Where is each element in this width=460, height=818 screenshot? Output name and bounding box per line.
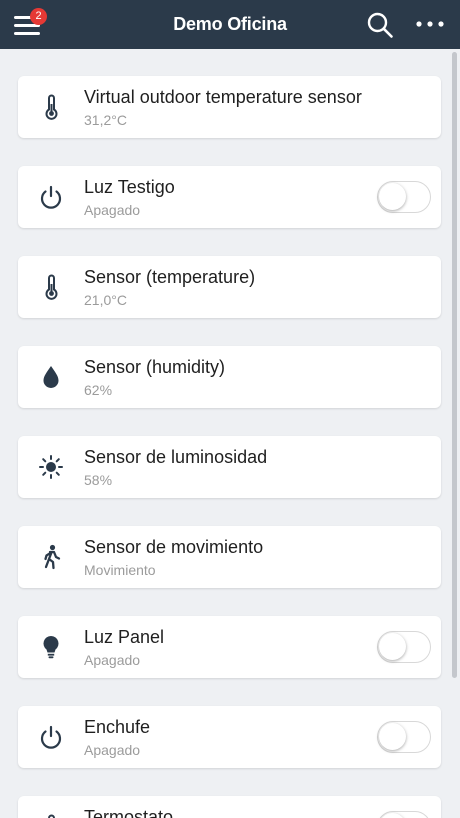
device-state: 21,0°C	[84, 292, 127, 308]
device-card[interactable]: Termostato	[18, 796, 441, 818]
thermometer-icon	[36, 272, 66, 302]
device-state: Apagado	[84, 202, 141, 218]
device-state: 58%	[84, 472, 113, 488]
device-name: Enchufe	[84, 717, 151, 737]
thermometer-icon	[36, 812, 66, 818]
device-name: Luz Testigo	[84, 177, 175, 197]
toggle-knob	[379, 183, 406, 210]
toggle-knob	[379, 813, 406, 818]
device-toggle[interactable]	[377, 631, 431, 663]
device-card[interactable]: Sensor (humidity) 62%	[18, 346, 441, 408]
more-options-icon[interactable]	[414, 14, 446, 34]
thermometer-icon	[36, 92, 66, 122]
device-name: Luz Panel	[84, 627, 165, 647]
device-card[interactable]: Virtual outdoor temperature sensor 31,2°…	[18, 76, 441, 138]
device-list: Virtual outdoor temperature sensor 31,2°…	[0, 49, 460, 818]
device-state: 31,2°C	[84, 112, 127, 128]
device-state: 62%	[84, 382, 113, 398]
device-card[interactable]: Sensor de movimiento Movimiento	[18, 526, 441, 588]
toggle-knob	[379, 723, 406, 750]
sun-icon	[36, 452, 66, 482]
device-state: Apagado	[84, 742, 141, 758]
device-name: Termostato	[84, 807, 174, 818]
toggle-knob	[379, 633, 406, 660]
device-name: Sensor (humidity)	[84, 357, 226, 377]
device-card[interactable]: Luz Testigo Apagado	[18, 166, 441, 228]
device-toggle[interactable]	[377, 721, 431, 753]
device-state: Movimiento	[84, 562, 156, 578]
device-name: Sensor de movimiento	[84, 537, 264, 557]
device-card[interactable]: Sensor de luminosidad 58%	[18, 436, 441, 498]
power-icon	[36, 722, 66, 752]
device-card[interactable]: Sensor (temperature) 21,0°C	[18, 256, 441, 318]
water-drop-icon	[36, 362, 66, 392]
device-name: Virtual outdoor temperature sensor	[84, 87, 362, 107]
device-card[interactable]: Luz Panel Apagado	[18, 616, 441, 678]
walking-person-icon	[36, 542, 66, 572]
scrollbar[interactable]	[452, 52, 457, 678]
lightbulb-icon	[36, 632, 66, 662]
search-icon[interactable]	[366, 11, 394, 39]
device-state: Apagado	[84, 652, 141, 668]
device-name: Sensor de luminosidad	[84, 447, 268, 467]
device-name: Sensor (temperature)	[84, 267, 256, 287]
device-toggle[interactable]	[377, 181, 431, 213]
power-icon	[36, 182, 66, 212]
top-bar: 2 Demo Oficina	[0, 0, 460, 49]
device-card[interactable]: Enchufe Apagado	[18, 706, 441, 768]
device-toggle[interactable]	[377, 811, 431, 818]
